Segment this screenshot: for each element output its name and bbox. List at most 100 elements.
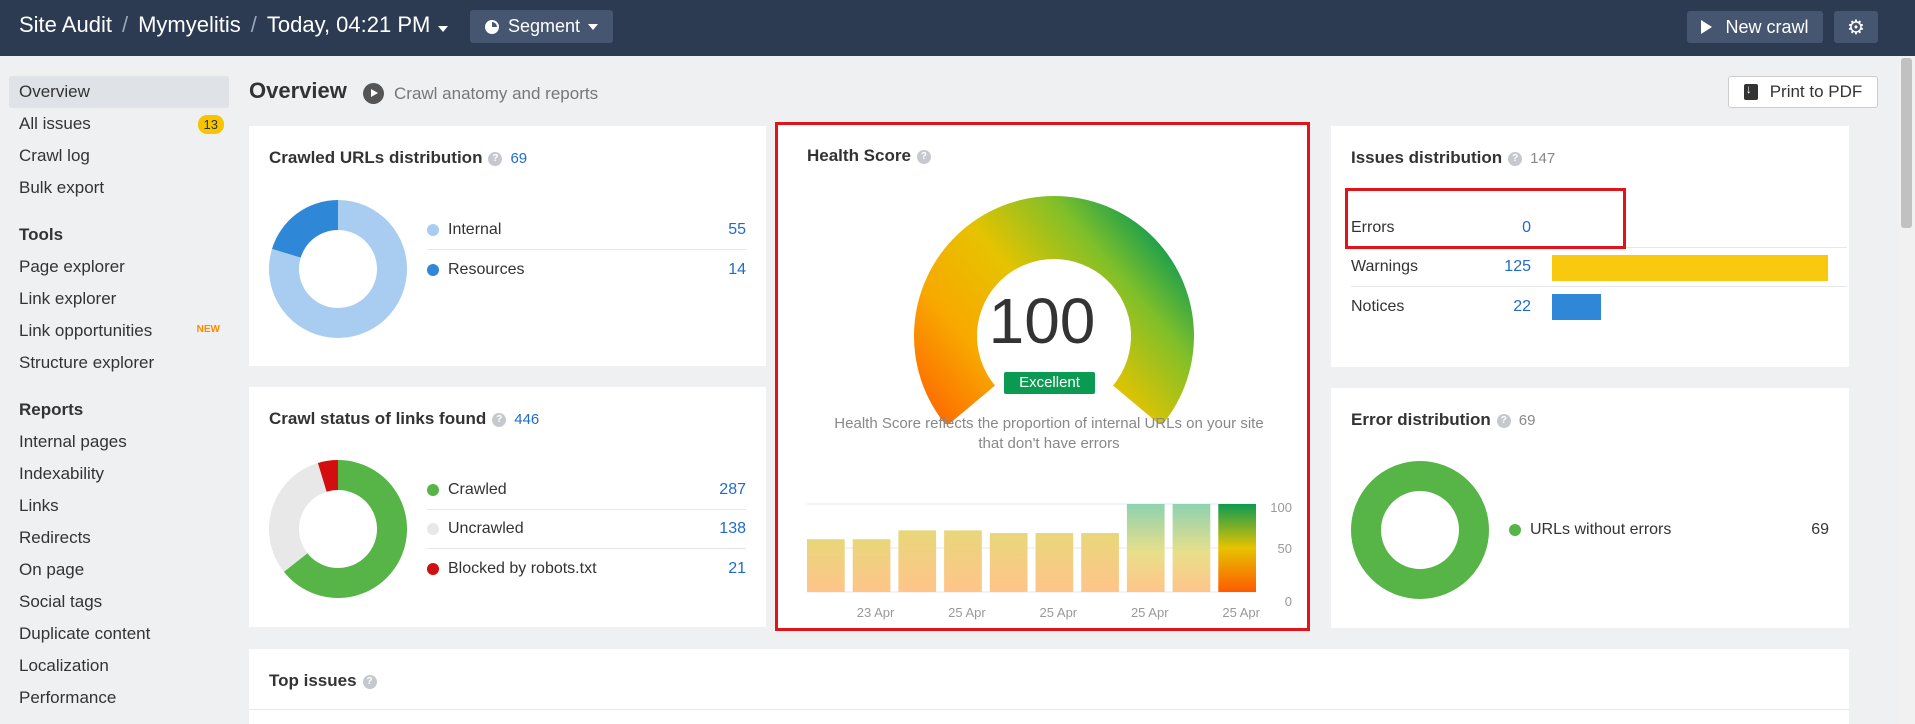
breadcrumb-project[interactable]: Mymyelitis <box>138 12 241 38</box>
sidebar-item-performance[interactable]: Performance <box>9 682 229 714</box>
help-icon[interactable]: ? <box>1508 152 1523 166</box>
legend-value[interactable]: 21 <box>728 560 746 578</box>
donut-segment-uncrawled[interactable] <box>269 462 327 572</box>
total-count: 147 <box>1530 150 1556 167</box>
issues-row-value[interactable]: 0 <box>1471 219 1531 237</box>
new-tag: NEW <box>196 324 220 335</box>
issues-distribution-card: Issues distribution? 147 Errors 0 Warning… <box>1331 126 1849 367</box>
print-to-pdf-label: Print to PDF <box>1769 82 1863 101</box>
legend-value[interactable]: 287 <box>719 481 746 499</box>
health-bar[interactable] <box>1172 504 1211 592</box>
sidebar-item-label: Performance <box>19 688 117 707</box>
settings-button[interactable]: ⚙ <box>1834 11 1878 43</box>
legend-label: Crawled <box>448 481 507 498</box>
sidebar-item-links[interactable]: Links <box>9 490 229 522</box>
sidebar-item-link-opportunities[interactable]: Link opportunities NEW <box>9 315 229 347</box>
sidebar-item-indexability[interactable]: Indexability <box>9 458 229 490</box>
health-bar[interactable] <box>944 530 982 592</box>
breadcrumb-site-audit[interactable]: Site Audit <box>19 12 112 38</box>
sidebar-item-localization[interactable]: Localization <box>9 650 229 682</box>
sidebar-item-internal-pages[interactable]: Internal pages <box>9 426 229 458</box>
sidebar-item-label: Link opportunities <box>19 321 153 340</box>
x-tick-label: 25 Apr <box>1222 605 1260 620</box>
sidebar-heading-tools: Tools <box>19 225 64 244</box>
card-title: Crawl status of links found? 446 <box>269 409 539 429</box>
health-bar[interactable] <box>1081 533 1119 592</box>
y-tick-label: 100 <box>1270 500 1292 515</box>
segment-button[interactable]: Segment <box>470 10 613 43</box>
help-icon[interactable]: ? <box>1496 414 1511 428</box>
x-tick-label: 25 Apr <box>948 605 986 620</box>
sidebar-item-page-explorer[interactable]: Page explorer <box>9 251 229 283</box>
sidebar-heading-reports: Reports <box>19 400 84 419</box>
new-crawl-button[interactable]: New crawl <box>1687 11 1823 43</box>
legend-label: Blocked by robots.txt <box>448 559 597 577</box>
health-bar[interactable] <box>898 530 937 592</box>
legend-value[interactable]: 14 <box>728 261 746 279</box>
play-video-icon[interactable] <box>363 83 384 104</box>
sidebar-item-overview[interactable]: Overview <box>9 76 229 108</box>
legend-dot <box>427 484 439 496</box>
legend-row-resources[interactable]: Resources 14 <box>427 250 746 289</box>
legend-value: 69 <box>1811 520 1829 538</box>
page-subtitle[interactable]: Crawl anatomy and reports <box>394 84 598 104</box>
legend-value[interactable]: 138 <box>719 520 746 538</box>
health-bar[interactable] <box>807 539 845 592</box>
legend-label: Resources <box>448 260 525 278</box>
legend-value[interactable]: 55 <box>728 221 746 239</box>
help-icon[interactable]: ? <box>492 413 507 427</box>
error-distribution-card: Error distribution? 69 URLs without error… <box>1331 388 1849 628</box>
crawl-status-donut <box>269 460 407 598</box>
issues-row-value[interactable]: 125 <box>1471 258 1531 276</box>
sidebar-item-label: Overview <box>19 82 90 101</box>
sidebar-item-duplicate-content[interactable]: Duplicate content <box>9 618 229 650</box>
y-tick-label: 0 <box>1285 594 1292 609</box>
notices-bar[interactable] <box>1552 294 1601 320</box>
play-icon <box>1701 20 1713 34</box>
total-count[interactable]: 69 <box>510 150 527 167</box>
total-count[interactable]: 446 <box>514 411 539 428</box>
sidebar-item-crawl-log[interactable]: Crawl log <box>9 140 229 172</box>
help-icon[interactable]: ? <box>488 152 503 166</box>
crawl-date-label: Today, 04:21 PM <box>266 12 431 37</box>
sidebar-item-structure-explorer[interactable]: Structure explorer <box>9 347 229 379</box>
health-bar[interactable] <box>1218 504 1256 592</box>
sidebar-item-on-page[interactable]: On page <box>9 554 229 586</box>
crawl-date-dropdown[interactable]: Today, 04:21 PM <box>266 12 449 38</box>
sidebar-item-bulk-export[interactable]: Bulk export <box>9 172 229 204</box>
legend-row-urls-without-errors[interactable]: URLs without errors 69 <box>1509 510 1829 549</box>
donut-segment-resources[interactable] <box>271 200 338 258</box>
issues-count-badge: 13 <box>197 115 224 134</box>
health-bar[interactable] <box>852 539 891 592</box>
scrollbar-thumb[interactable] <box>1901 58 1912 228</box>
legend-row-blocked[interactable]: Blocked by robots.txt 21 <box>427 549 746 588</box>
page-scrollbar[interactable] <box>1898 56 1915 724</box>
sidebar-item-social-tags[interactable]: Social tags <box>9 586 229 618</box>
issues-row-label: Warnings <box>1351 258 1418 275</box>
card-title-text: Issues distribution <box>1351 148 1503 167</box>
health-bar[interactable] <box>989 533 1028 592</box>
print-to-pdf-button[interactable]: Print to PDF <box>1728 76 1878 108</box>
legend-row-crawled[interactable]: Crawled 287 <box>427 471 746 510</box>
help-icon[interactable]: ? <box>362 675 377 689</box>
total-count: 69 <box>1518 412 1536 429</box>
legend-row-internal[interactable]: Internal 55 <box>427 211 746 250</box>
legend-label: Internal <box>448 221 502 238</box>
health-bar[interactable] <box>1126 504 1165 592</box>
legend-dot <box>427 523 439 535</box>
issues-row-value[interactable]: 22 <box>1471 298 1531 316</box>
card-title: Top issues? <box>269 671 377 691</box>
sidebar-item-label: Link explorer <box>19 289 117 308</box>
donut-segment-urls-without-errors <box>1351 461 1489 599</box>
crawl-status-card: Crawl status of links found? 446 Crawled … <box>249 387 766 627</box>
health-bar[interactable] <box>1035 533 1074 592</box>
warnings-bar[interactable] <box>1552 255 1828 281</box>
issues-row-errors[interactable]: Errors 0 <box>1351 209 1847 248</box>
new-crawl-label: New crawl <box>1725 16 1809 37</box>
sidebar-item-label: Crawl log <box>19 146 90 165</box>
sidebar-item-link-explorer[interactable]: Link explorer <box>9 283 229 315</box>
sidebar-item-all-issues[interactable]: All issues 13 <box>9 108 229 140</box>
sidebar-item-redirects[interactable]: Redirects <box>9 522 229 554</box>
x-tick-label: 25 Apr <box>1131 605 1169 620</box>
legend-row-uncrawled[interactable]: Uncrawled 138 <box>427 510 746 549</box>
